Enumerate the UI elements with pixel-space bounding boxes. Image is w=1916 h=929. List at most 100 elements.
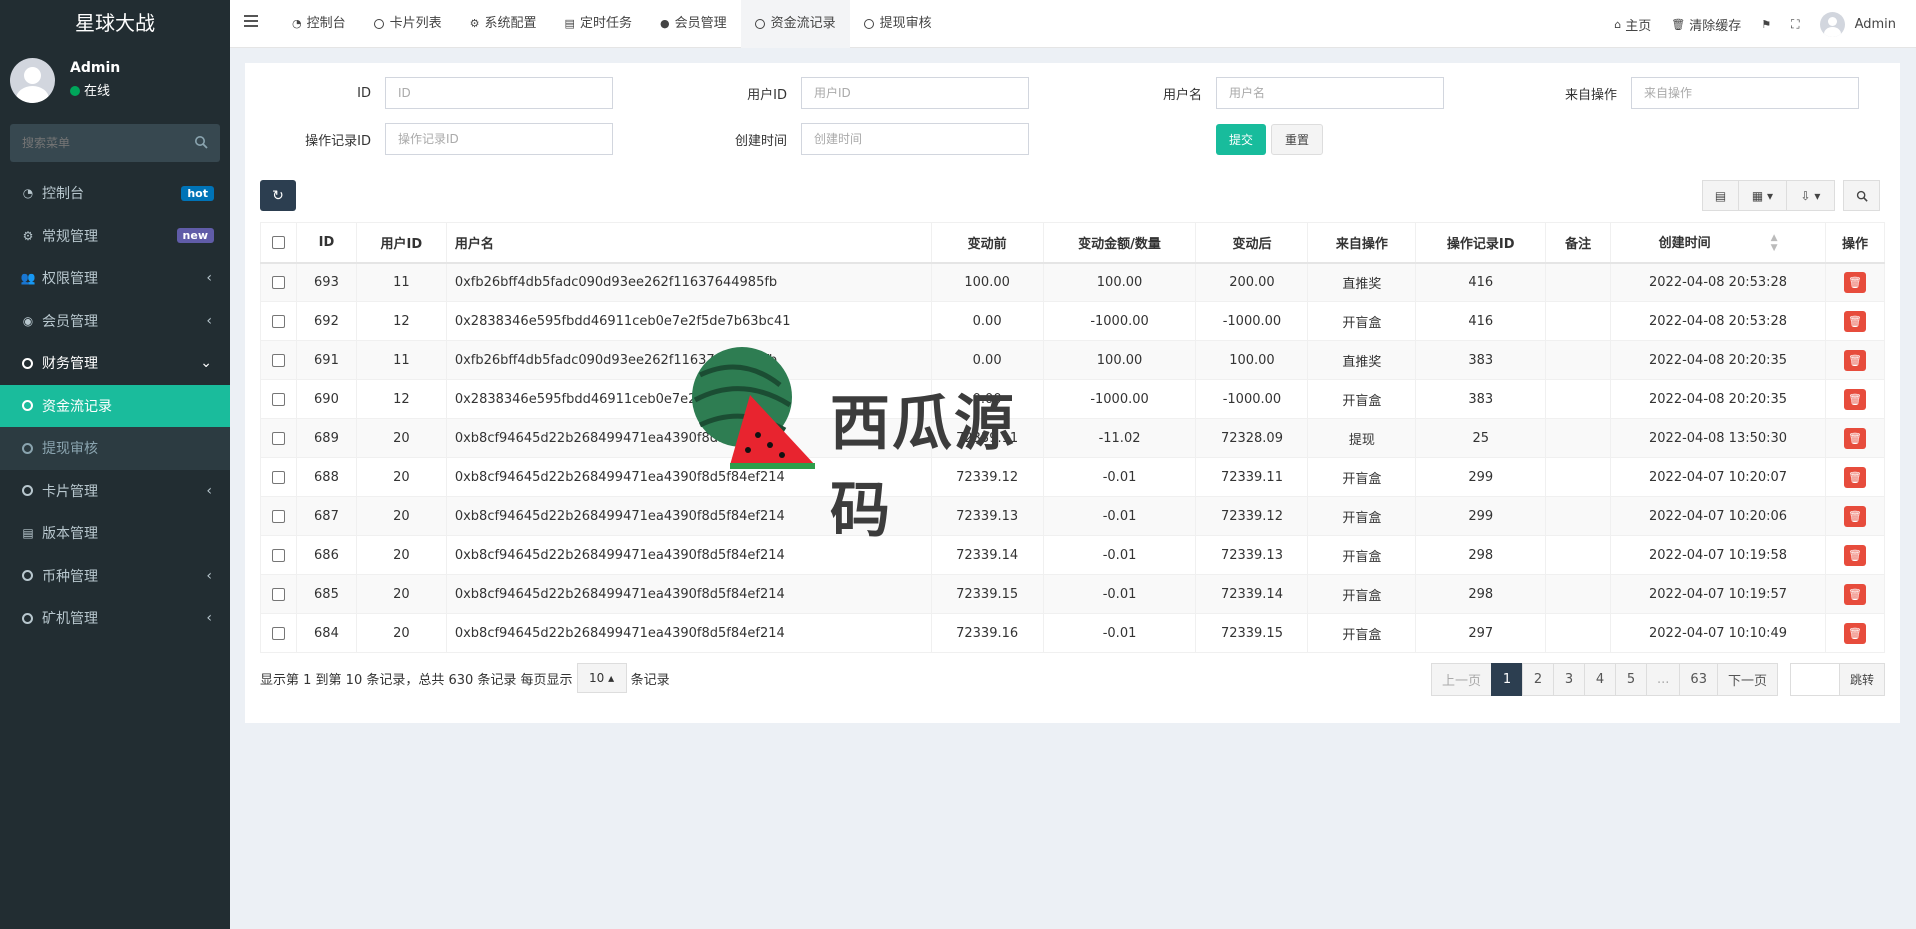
- id-input[interactable]: [385, 77, 613, 109]
- col-op-id[interactable]: 操作记录ID: [1415, 222, 1547, 264]
- sidebar-item-permissions[interactable]: 👥 权限管理 ‹: [0, 257, 230, 300]
- search-icon[interactable]: [194, 135, 208, 149]
- page-size-select[interactable]: 10 ▴: [576, 663, 627, 693]
- row-checkbox[interactable]: [271, 509, 285, 523]
- submit-button[interactable]: 提交: [1216, 123, 1266, 155]
- reset-button[interactable]: 重置: [1271, 123, 1323, 155]
- chevron-left-icon: ‹: [206, 610, 212, 627]
- table-row[interactable]: 693 11 0xfb26bff4db5fadc090d93ee262f116376…: [260, 262, 1886, 302]
- menu-search-input[interactable]: [10, 124, 220, 162]
- source-input[interactable]: [1631, 77, 1859, 109]
- row-checkbox[interactable]: [271, 470, 285, 484]
- col-user-id[interactable]: 用户ID: [355, 222, 447, 264]
- delete-button[interactable]: 🗑: [1843, 466, 1866, 488]
- fullscreen-button[interactable]: ⛶: [1781, 0, 1809, 48]
- delete-button[interactable]: 🗑: [1843, 310, 1866, 332]
- delete-button[interactable]: 🗑: [1843, 505, 1866, 527]
- sidebar-item-general[interactable]: ⚙ 常规管理 new: [0, 215, 230, 258]
- delete-button[interactable]: 🗑: [1843, 583, 1866, 605]
- delete-button[interactable]: 🗑: [1843, 349, 1866, 371]
- table-row[interactable]: 688 20 0xb8cf94645d22b268499471ea4390f8d5f…: [260, 457, 1886, 497]
- table-row[interactable]: 686 20 0xb8cf94645d22b268499471ea4390f8d5f…: [260, 535, 1886, 575]
- tab-scheduled-tasks[interactable]: ▤ 定时任务: [551, 0, 646, 48]
- op-id-label: 操作记录ID: [305, 133, 371, 149]
- col-remark[interactable]: 备注: [1545, 222, 1612, 264]
- col-before[interactable]: 变动前: [930, 222, 1044, 264]
- tab-card-list[interactable]: 卡片列表: [360, 0, 456, 48]
- nav-tabs: ◔ 控制台 卡片列表 ⚙ 系统配置 ▤ 定时任务 ● 会员管理 资金流记录 提现审核: [278, 0, 946, 48]
- row-checkbox[interactable]: [271, 275, 285, 289]
- row-checkbox[interactable]: [271, 392, 285, 406]
- cell-remark: [1545, 262, 1612, 302]
- next-page-button[interactable]: 下一页: [1716, 663, 1778, 696]
- table-row[interactable]: 692 12 0x2838346e595fbdd46911ceb0e7e2f5de7…: [260, 301, 1886, 341]
- created-time-input[interactable]: [801, 123, 1029, 155]
- sidebar-item-fund-records[interactable]: 资金流记录: [0, 384, 230, 427]
- sidebar-item-currencies[interactable]: 币种管理 ‹: [0, 555, 230, 598]
- delete-button[interactable]: 🗑: [1843, 271, 1866, 293]
- export-button[interactable]: ⇩ ▾: [1787, 180, 1835, 211]
- menu-toggle-icon[interactable]: [244, 15, 258, 29]
- delete-button[interactable]: 🗑: [1843, 427, 1866, 449]
- col-source[interactable]: 来自操作: [1307, 222, 1417, 264]
- table-search-button[interactable]: [1843, 180, 1880, 211]
- cell-username: 0xfb26bff4db5fadc090d93ee262f11637644985…: [445, 262, 932, 302]
- tab-dashboard[interactable]: ◔ 控制台: [278, 0, 360, 48]
- tab-withdraw-review[interactable]: 提现审核: [850, 0, 946, 48]
- table-row[interactable]: 691 11 0xfb26bff4db5fadc090d93ee262f116376…: [260, 340, 1886, 380]
- jump-button[interactable]: 跳转: [1839, 663, 1885, 696]
- admin-menu[interactable]: Admin: [1810, 0, 1916, 48]
- sidebar-item-dashboard[interactable]: ◔ 控制台 hot: [0, 172, 230, 215]
- table-row[interactable]: 685 20 0xb8cf94645d22b268499471ea4390f8d5f…: [260, 574, 1886, 614]
- table-row[interactable]: 687 20 0xb8cf94645d22b268499471ea4390f8d5f…: [260, 496, 1886, 536]
- refresh-button[interactable]: ↻: [260, 180, 296, 211]
- col-amount[interactable]: 变动金额/数量: [1042, 222, 1197, 264]
- row-checkbox[interactable]: [271, 587, 285, 601]
- page-4-button[interactable]: 4: [1584, 663, 1617, 696]
- jump-page-input[interactable]: [1789, 663, 1840, 696]
- table-row[interactable]: 689 20 0xb8cf94645d22b268499471ea4390f8d5f…: [260, 418, 1886, 458]
- page-3-button[interactable]: 3: [1553, 663, 1586, 696]
- select-all-checkbox[interactable]: [271, 235, 285, 249]
- row-checkbox[interactable]: [271, 626, 285, 640]
- delete-button[interactable]: 🗑: [1843, 622, 1866, 644]
- op-id-input[interactable]: [385, 123, 613, 155]
- row-checkbox[interactable]: [271, 431, 285, 445]
- row-checkbox[interactable]: [271, 353, 285, 367]
- col-id[interactable]: ID: [295, 222, 357, 264]
- tab-fund-records[interactable]: 资金流记录: [740, 0, 850, 48]
- language-button[interactable]: ⚑: [1751, 0, 1781, 48]
- col-after[interactable]: 变动后: [1195, 222, 1309, 264]
- tab-members[interactable]: ● 会员管理: [646, 0, 741, 48]
- page-1-button[interactable]: 1: [1491, 663, 1524, 696]
- col-username[interactable]: 用户名: [445, 222, 932, 264]
- created-label: 创建时间: [734, 133, 787, 149]
- delete-button[interactable]: 🗑: [1843, 388, 1866, 410]
- col-created[interactable]: 创建时间 ▲ ▼: [1610, 222, 1826, 264]
- sidebar-item-versions[interactable]: ▤ 版本管理: [0, 512, 230, 555]
- home-link[interactable]: ⌂ 主页: [1604, 0, 1661, 48]
- delete-button[interactable]: 🗑: [1843, 544, 1866, 566]
- sort-icon[interactable]: ▲ ▼: [1771, 233, 1778, 253]
- page-5-button[interactable]: 5: [1615, 663, 1648, 696]
- sidebar-item-miners[interactable]: 矿机管理 ‹: [0, 597, 230, 640]
- username-input[interactable]: [1216, 77, 1444, 109]
- cell-after: 72339.11: [1195, 457, 1309, 497]
- table-row[interactable]: 690 12 0x2838346e595fbdd46911ceb0e7e2f5de7…: [260, 379, 1886, 419]
- user-id-input[interactable]: [801, 77, 1029, 109]
- app-logo[interactable]: 星球大战: [0, 0, 230, 48]
- columns-button[interactable]: ▦ ▾: [1739, 180, 1787, 211]
- page-2-button[interactable]: 2: [1522, 663, 1555, 696]
- toggle-view-button[interactable]: ▤: [1702, 180, 1739, 211]
- row-checkbox[interactable]: [271, 314, 285, 328]
- table-row[interactable]: 684 20 0xb8cf94645d22b268499471ea4390f8d5f…: [260, 613, 1886, 653]
- page-63-button[interactable]: 63: [1679, 663, 1718, 696]
- sidebar-item-withdraw-review[interactable]: 提现审核: [0, 427, 230, 470]
- prev-page-button[interactable]: 上一页: [1431, 663, 1493, 696]
- sidebar-item-members[interactable]: ◉ 会员管理 ‹: [0, 300, 230, 343]
- tab-system-config[interactable]: ⚙ 系统配置: [456, 0, 551, 48]
- sidebar-item-finance[interactable]: 财务管理 ⌄: [0, 342, 230, 385]
- row-checkbox[interactable]: [271, 548, 285, 562]
- sidebar-item-cards[interactable]: 卡片管理 ‹: [0, 470, 230, 513]
- clear-cache-button[interactable]: 🗑 清除缓存: [1661, 0, 1751, 48]
